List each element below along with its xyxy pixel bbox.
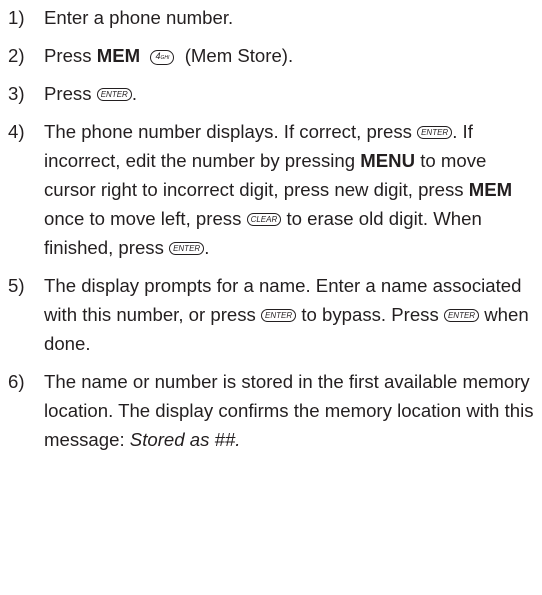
menu-key-label: MENU — [360, 150, 416, 171]
clear-key-icon: CLEAR — [246, 213, 282, 226]
step-text: The phone number displays. If correct, p… — [44, 117, 542, 262]
step-text: The name or number is stored in the firs… — [44, 367, 542, 454]
four-key-icon: 4GHI — [150, 50, 175, 65]
mem-key-label: MEM — [468, 179, 513, 200]
step-6-text-a: The name or number is stored in the firs… — [44, 371, 534, 450]
stored-as-message: Stored as ##. — [129, 429, 241, 450]
step-number: 5) — [8, 275, 25, 296]
step-5: 5) The display prompts for a name. Enter… — [8, 271, 542, 358]
mem-key-label: MEM — [96, 45, 141, 66]
step-3: 3) Press ENTER. — [8, 79, 542, 108]
period: . — [131, 83, 137, 104]
enter-key-icon: ENTER — [261, 309, 297, 322]
step-5-text-b: to bypass. Press — [301, 304, 439, 325]
step-2: 2) Press MEM 4GHI (Mem Store). — [8, 41, 542, 70]
step-4-text-d: once to move left, press — [44, 208, 242, 229]
step-4-text-a: The phone number displays. If correct, p… — [44, 121, 412, 142]
four-key-letters: GHI — [160, 55, 170, 61]
step-6: 6) The name or number is stored in the f… — [8, 367, 542, 454]
enter-key-icon: ENTER — [96, 88, 132, 101]
step-number: 4) — [8, 121, 25, 142]
step-1: 1) Enter a phone number. — [8, 3, 542, 32]
enter-key-icon: ENTER — [443, 309, 480, 322]
step-number: 3) — [8, 83, 25, 104]
enter-key-icon: ENTER — [417, 126, 453, 139]
period: . — [204, 237, 210, 258]
instruction-list: 1) Enter a phone number. 2) Press MEM 4G… — [8, 3, 542, 463]
mem-store-text: (Mem Store). — [184, 45, 294, 66]
enter-key-icon: ENTER — [169, 242, 205, 255]
step-text: Enter a phone number. — [44, 7, 234, 28]
step-text: The display prompts for a name. Enter a … — [44, 271, 542, 358]
step-number: 1) — [8, 7, 25, 28]
step-4: 4) The phone number displays. If correct… — [8, 117, 542, 262]
step-number: 2) — [8, 45, 25, 66]
step-text: Press ENTER. — [44, 79, 542, 108]
step-number: 6) — [8, 371, 25, 392]
step-text: Press MEM 4GHI (Mem Store). — [44, 41, 542, 70]
press-text: Press — [44, 83, 92, 104]
press-text: Press — [44, 45, 92, 66]
